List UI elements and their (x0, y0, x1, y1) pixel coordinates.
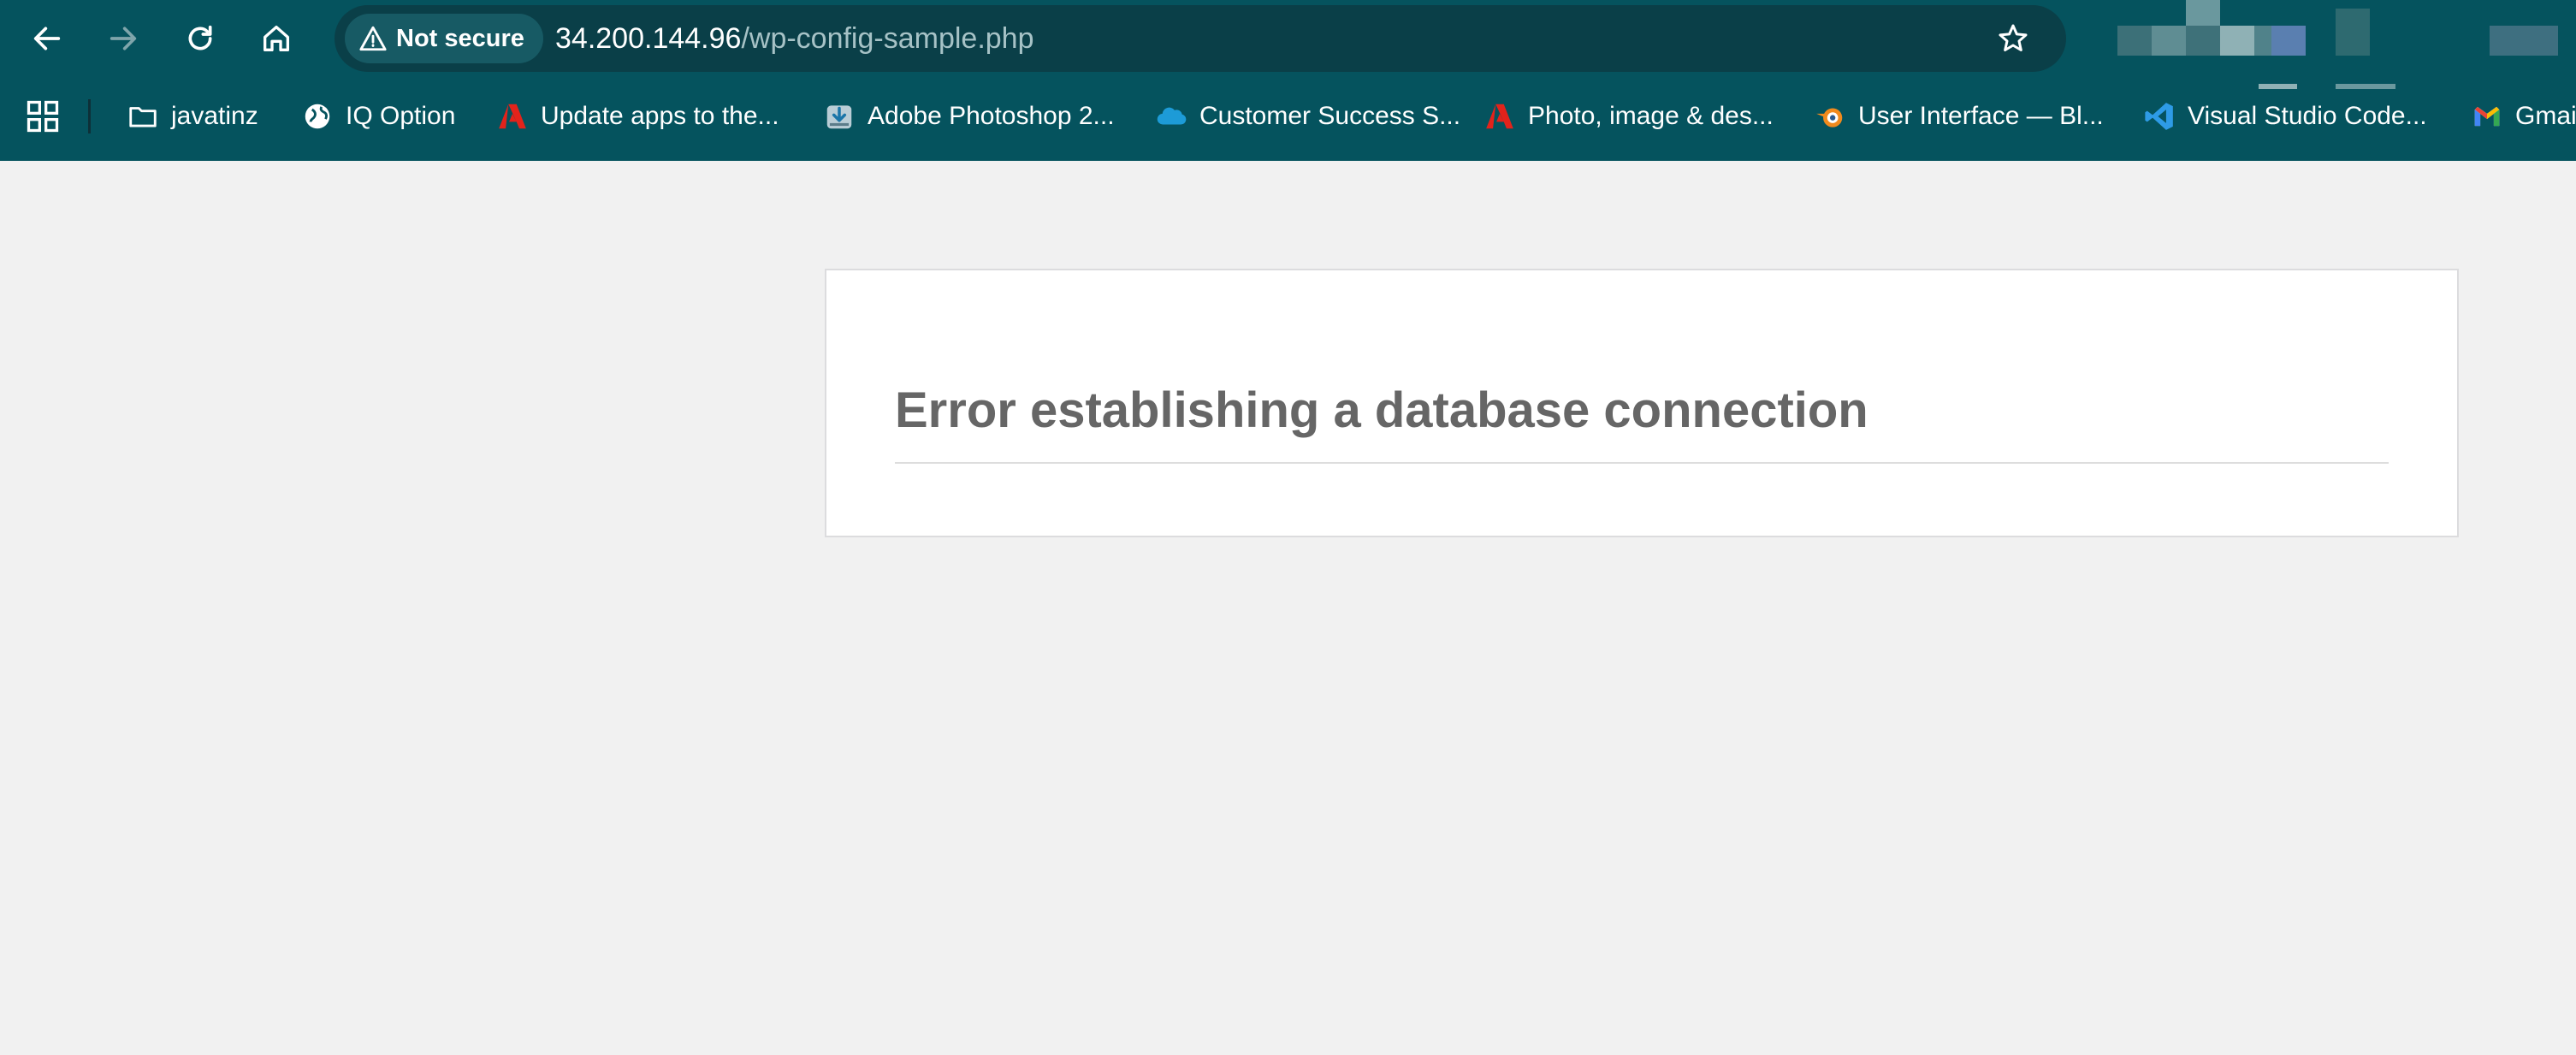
bookmark-visual-studio-code[interactable]: Visual Studio Code... (2143, 94, 2427, 139)
security-indicator[interactable]: Not secure (345, 14, 543, 63)
bookmark-photo-image[interactable]: Photo, image & des... (1483, 94, 1774, 139)
profile-area-pixelated[interactable] (2087, 0, 2576, 94)
adobe-icon (496, 100, 529, 133)
adobe-icon (1483, 100, 1516, 133)
download-icon (823, 100, 856, 133)
browser-chrome: Not secure 34.200.144.96/wp-config-sampl… (0, 0, 2576, 161)
globe-icon (301, 100, 334, 133)
star-icon (1999, 24, 2028, 52)
browser-toolbar: Not secure 34.200.144.96/wp-config-sampl… (0, 0, 2576, 89)
arrow-left-icon (33, 27, 61, 50)
bookmark-label: Visual Studio Code... (2188, 102, 2427, 130)
bookmark-iq-option[interactable]: IQ Option (301, 94, 455, 139)
reload-icon (188, 25, 212, 50)
bookmark-label: Gmai (2515, 102, 2576, 130)
apps-grid-button[interactable] (24, 98, 62, 135)
bookmark-label: User Interface — Bl... (1858, 102, 2104, 130)
home-button[interactable] (251, 13, 302, 64)
bookmark-label: javatinz (171, 102, 258, 130)
folder-icon (127, 100, 159, 133)
apps-grid-icon (27, 100, 59, 133)
security-label: Not secure (396, 24, 524, 52)
url-path: /wp-config-sample.php (741, 22, 1034, 55)
bookmark-adobe-photoshop[interactable]: Adobe Photoshop 2... (823, 94, 1115, 139)
back-button[interactable] (21, 13, 73, 64)
forward-button[interactable] (98, 13, 149, 64)
bookmark-label: Update apps to the... (541, 102, 779, 130)
arrow-right-icon (110, 27, 137, 50)
error-divider (895, 462, 2389, 464)
bookmark-gmail[interactable]: Gmai (2471, 94, 2576, 139)
bookmark-label: Customer Success S... (1199, 102, 1461, 130)
bookmark-label: IQ Option (346, 102, 456, 130)
blender-icon (1814, 100, 1846, 133)
url-text[interactable]: 34.200.144.96/wp-config-sample.php (555, 22, 1034, 56)
salesforce-icon (1155, 100, 1187, 133)
warning-icon (359, 26, 387, 51)
reload-button[interactable] (175, 13, 226, 64)
home-icon (264, 26, 289, 51)
bookmark-javatinz[interactable]: javatinz (127, 94, 258, 139)
bookmarks-bar: javatinz IQ Option Update apps to the...… (0, 86, 2576, 147)
gmail-icon (2471, 100, 2503, 133)
url-host: 34.200.144.96 (555, 22, 742, 55)
bookmark-label: Adobe Photoshop 2... (868, 102, 1115, 130)
bookmarks-separator (88, 99, 91, 133)
address-bar[interactable]: Not secure 34.200.144.96/wp-config-sampl… (335, 5, 2066, 72)
error-title: Error establishing a database connection (895, 382, 1868, 438)
vscode-icon (2143, 100, 2176, 133)
page-content: Error establishing a database connection (0, 161, 2576, 1055)
bookmark-user-interface[interactable]: User Interface — Bl... (1814, 94, 2104, 139)
bookmark-label: Photo, image & des... (1528, 102, 1774, 130)
bookmark-star-button[interactable] (1990, 15, 2036, 62)
bookmark-update-apps[interactable]: Update apps to the... (496, 94, 779, 139)
error-box: Error establishing a database connection (825, 269, 2459, 537)
bookmark-customer-success[interactable]: Customer Success S... (1155, 94, 1460, 139)
